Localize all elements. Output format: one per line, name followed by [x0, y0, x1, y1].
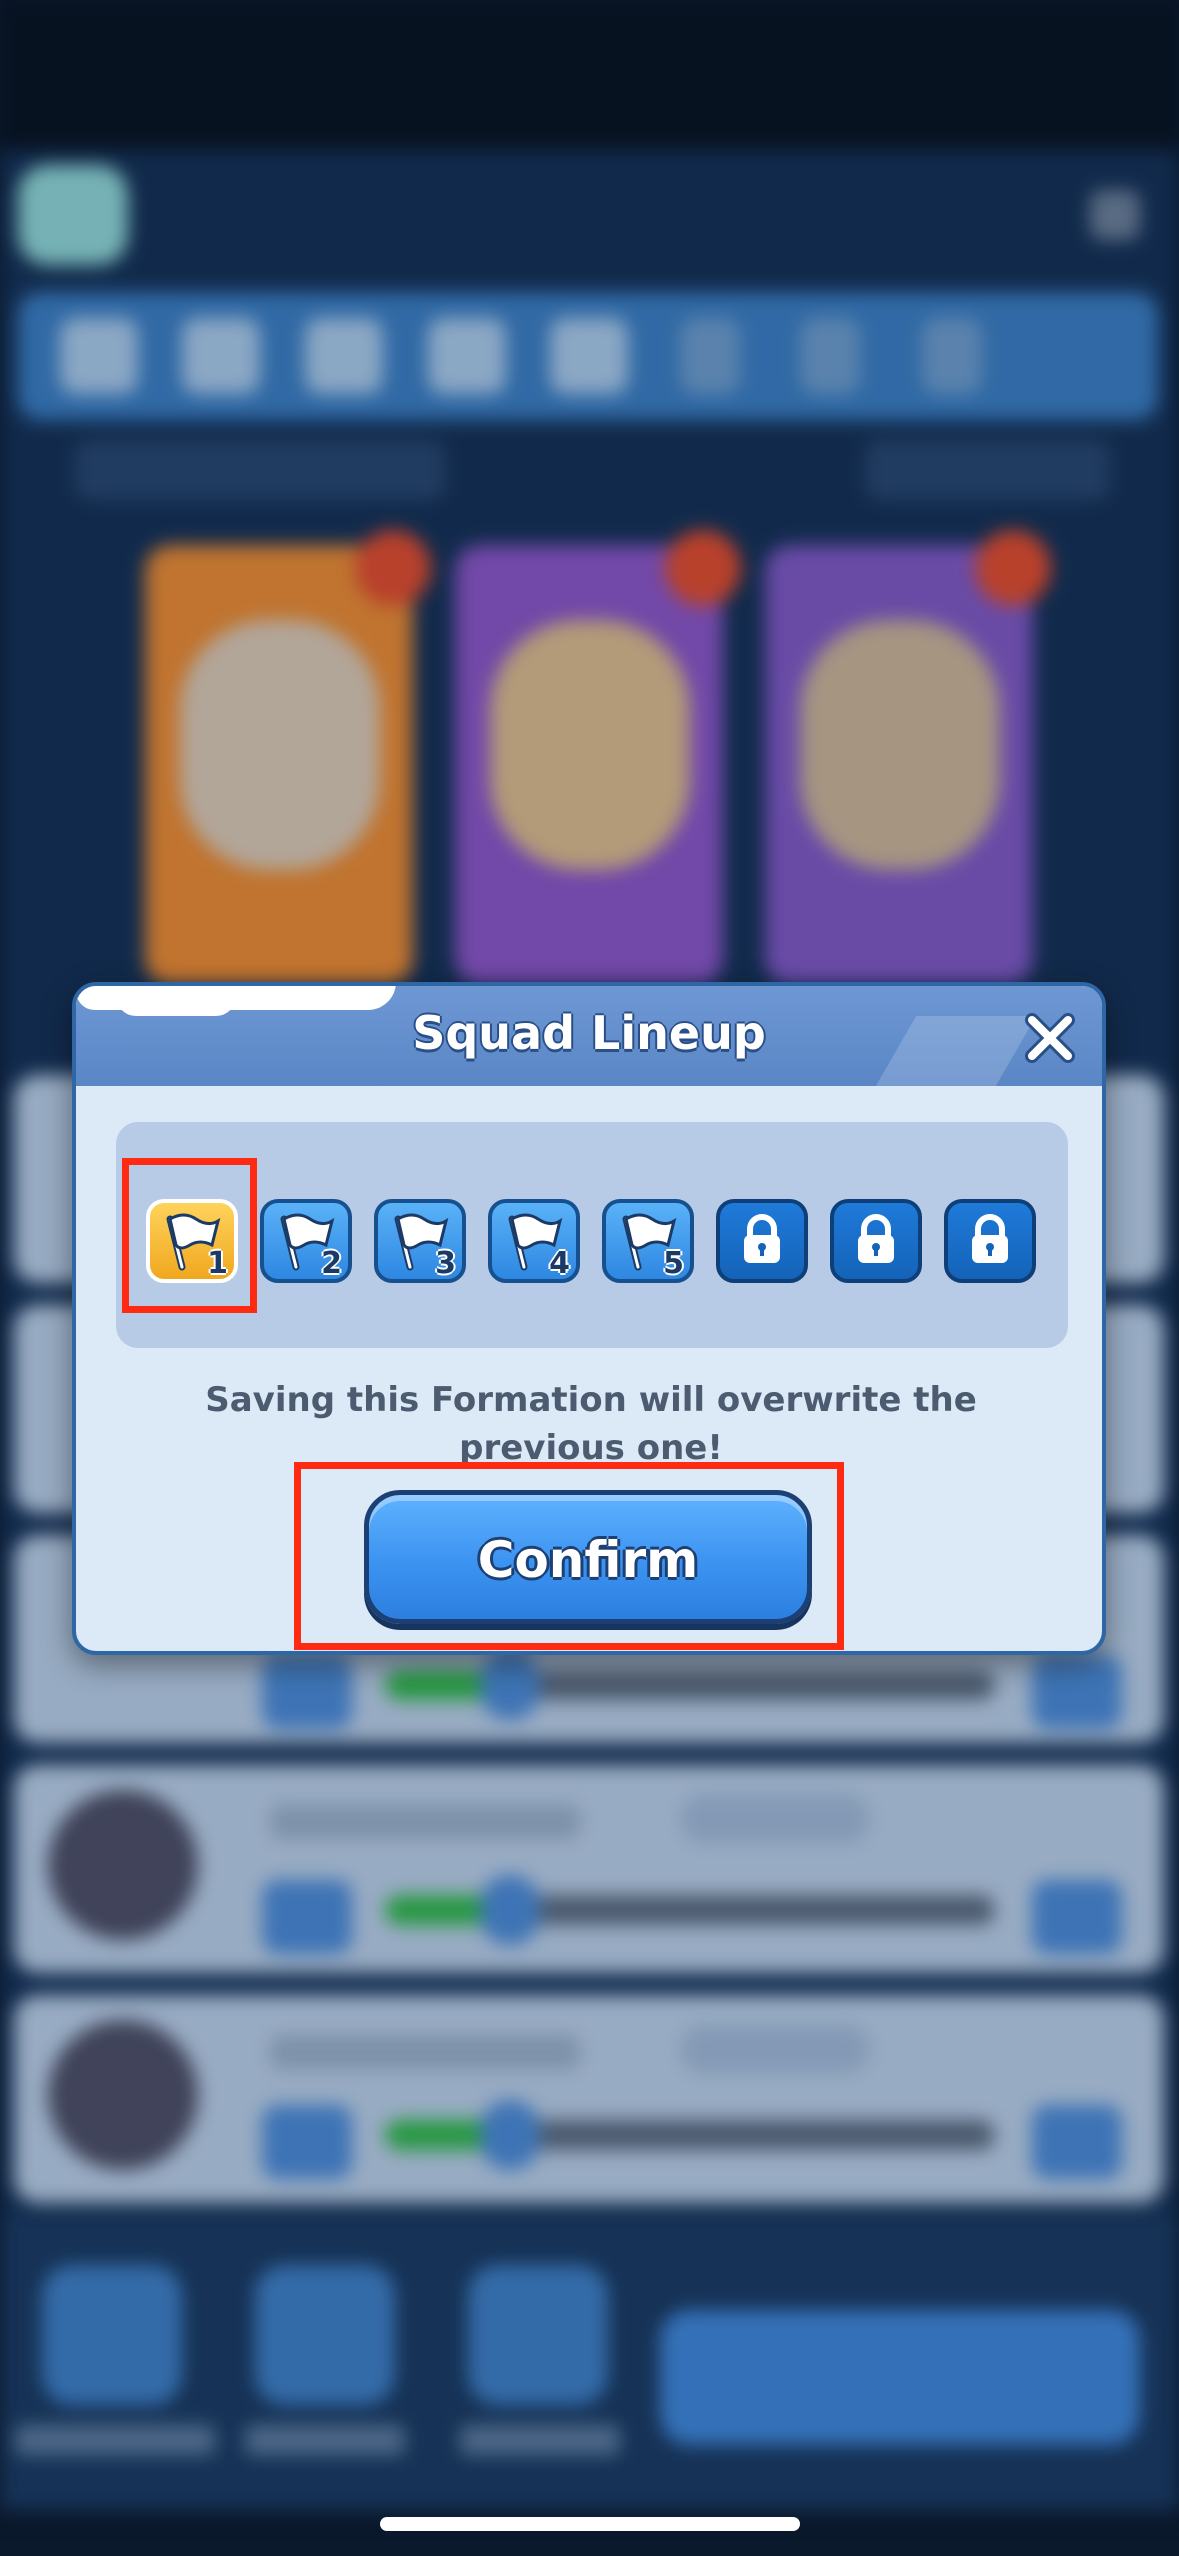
- dialog-header: Squad Lineup: [76, 986, 1102, 1086]
- formation-slot-3[interactable]: 3: [374, 1199, 466, 1283]
- slot-number: 3: [435, 1246, 456, 1281]
- slot-number: 5: [663, 1246, 684, 1281]
- lock-icon: [858, 1214, 894, 1263]
- highlight-box-slot-1: [122, 1158, 257, 1313]
- formation-slot-locked[interactable]: [830, 1199, 922, 1283]
- dialog-title: Squad Lineup: [412, 1006, 766, 1060]
- home-indicator: [380, 2517, 800, 2531]
- overwrite-warning: Saving this Formation will overwrite the…: [205, 1380, 977, 1468]
- slot-number: 4: [549, 1246, 570, 1281]
- formation-slot-4[interactable]: 4: [488, 1199, 580, 1283]
- formation-slot-locked[interactable]: [944, 1199, 1036, 1283]
- highlight-box-confirm: [294, 1462, 844, 1650]
- slot-number: 2: [321, 1246, 342, 1281]
- lock-icon: [744, 1214, 780, 1263]
- formation-slot-2[interactable]: 2: [260, 1199, 352, 1283]
- formation-slot-5[interactable]: 5: [602, 1199, 694, 1283]
- formation-slot-panel: [116, 1122, 1068, 1348]
- formation-slot-locked[interactable]: [716, 1199, 808, 1283]
- lock-icon: [972, 1214, 1008, 1263]
- close-icon[interactable]: [1022, 1010, 1078, 1066]
